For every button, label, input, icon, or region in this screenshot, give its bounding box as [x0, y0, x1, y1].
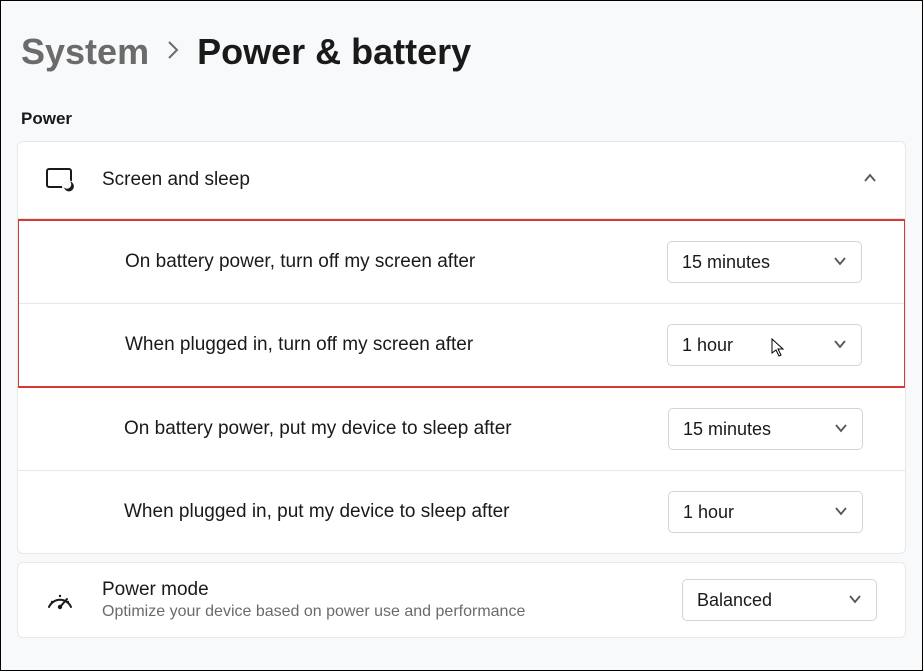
dropdown-battery-screen-off[interactable]: 15 minutes	[667, 241, 862, 283]
chevron-down-icon	[848, 590, 862, 611]
power-mode-text: Power mode Optimize your device based on…	[102, 579, 654, 621]
dropdown-value: 15 minutes	[683, 419, 771, 440]
page-title: Power & battery	[197, 31, 471, 73]
screen-sleep-card: Screen and sleep On battery power, turn …	[17, 141, 906, 554]
chevron-down-icon	[834, 419, 848, 440]
row-plugged-screen-off: When plugged in, turn off my screen afte…	[19, 304, 904, 386]
screen-sleep-header[interactable]: Screen and sleep	[18, 142, 905, 219]
power-mode-subtitle: Optimize your device based on power use …	[102, 603, 654, 621]
dropdown-value: 1 hour	[682, 335, 733, 356]
row-battery-sleep: On battery power, put my device to sleep…	[18, 388, 905, 471]
chevron-down-icon	[833, 335, 847, 356]
dropdown-plugged-screen-off[interactable]: 1 hour	[667, 324, 862, 366]
screen-sleep-title: Screen and sleep	[102, 169, 835, 191]
gauge-icon	[46, 586, 74, 614]
row-plugged-sleep: When plugged in, put my device to sleep …	[18, 471, 905, 553]
power-mode-title: Power mode	[102, 579, 654, 601]
dropdown-value: 15 minutes	[682, 252, 770, 273]
dropdown-power-mode[interactable]: Balanced	[682, 579, 877, 621]
row-label: On battery power, turn off my screen aft…	[125, 251, 667, 273]
chevron-right-icon	[167, 40, 179, 66]
power-mode-card[interactable]: Power mode Optimize your device based on…	[17, 562, 906, 638]
breadcrumb-parent[interactable]: System	[21, 31, 149, 73]
section-label-power: Power	[1, 91, 922, 141]
row-label: When plugged in, turn off my screen afte…	[125, 334, 667, 356]
dropdown-value: Balanced	[697, 590, 772, 611]
dropdown-value: 1 hour	[683, 502, 734, 523]
screen-sleep-icon	[46, 166, 74, 194]
chevron-up-icon	[863, 171, 877, 190]
dropdown-battery-sleep[interactable]: 15 minutes	[668, 408, 863, 450]
row-label: On battery power, put my device to sleep…	[124, 418, 668, 440]
highlight-annotation: On battery power, turn off my screen aft…	[17, 219, 906, 388]
breadcrumb: System Power & battery	[1, 1, 922, 91]
dropdown-plugged-sleep[interactable]: 1 hour	[668, 491, 863, 533]
chevron-down-icon	[834, 502, 848, 523]
chevron-down-icon	[833, 252, 847, 273]
row-label: When plugged in, put my device to sleep …	[124, 501, 668, 523]
row-battery-screen-off: On battery power, turn off my screen aft…	[19, 221, 904, 304]
